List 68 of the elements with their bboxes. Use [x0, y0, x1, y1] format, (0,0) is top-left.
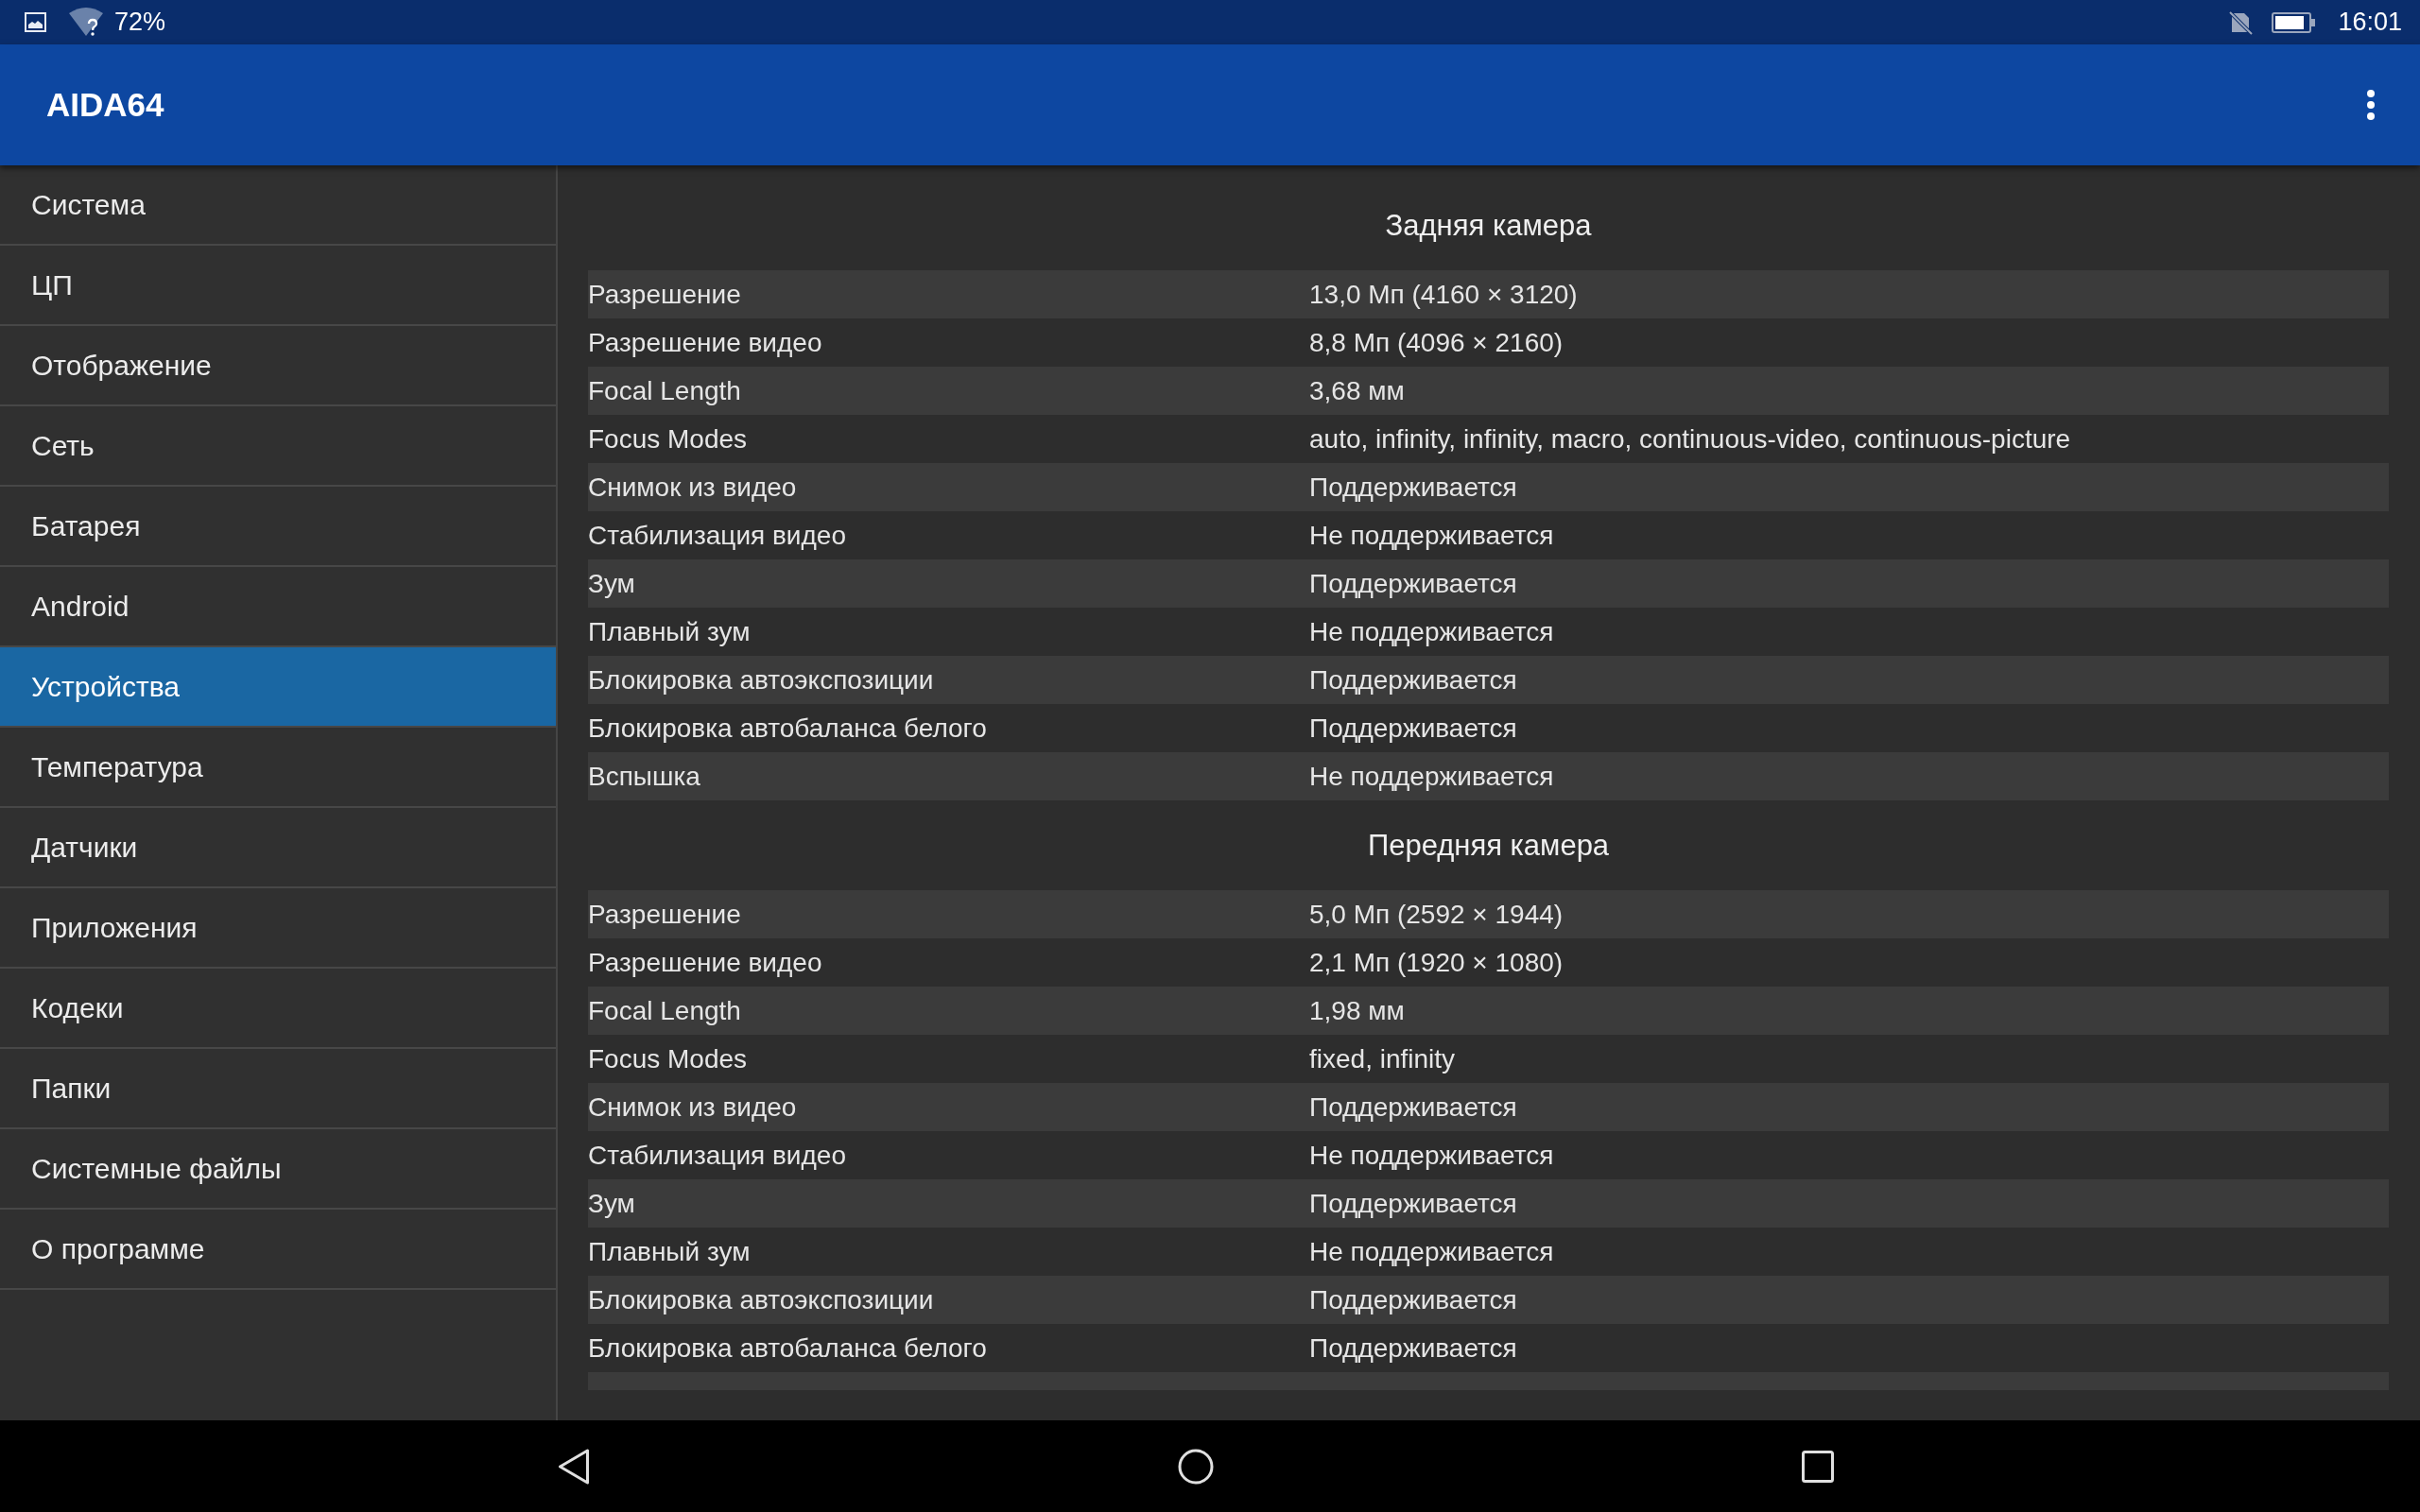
property-value-cell-text: 8,8 Мп (4096 × 2160): [1309, 326, 1564, 359]
sidebar-item[interactable]: Устройства: [0, 647, 556, 728]
property-name-cell: Снимок из видео: [588, 463, 1309, 511]
recents-icon[interactable]: [1802, 1450, 1834, 1483]
battery-percent: 72%: [114, 9, 166, 35]
app-title: AIDA64: [46, 86, 165, 124]
sidebar-item[interactable]: Кодеки: [0, 969, 556, 1049]
sidebar-item[interactable]: ЦП: [0, 246, 556, 326]
property-value-cell: Поддерживается: [1309, 559, 2389, 608]
property-value-cell: Поддерживается: [1309, 1083, 2389, 1131]
property-value-cell-text: Поддерживается: [1309, 1332, 1518, 1365]
sidebar-item[interactable]: Батарея: [0, 487, 556, 567]
property-name-cell: Блокировка автоэкспозиции: [588, 1276, 1309, 1324]
property-value-cell: 13,0 Мп (4160 × 3120): [1309, 270, 2389, 318]
property-value-cell: 1,98 мм: [1309, 987, 2389, 1035]
clock-time: 16:01: [2338, 9, 2402, 35]
sidebar-item[interactable]: Папки: [0, 1049, 556, 1129]
section-title: Задняя камера: [1385, 208, 1592, 243]
property-value-cell: 5,0 Мп (2592 × 1944): [1309, 890, 2389, 938]
property-name-cell-text: Плавный зум: [588, 615, 752, 648]
sidebar-item[interactable]: Сеть: [0, 406, 556, 487]
property-value-cell-text: Не поддерживается: [1309, 1139, 1555, 1172]
wifi-question-icon: [69, 8, 103, 37]
property-name-cell: Вспышка: [588, 752, 1309, 800]
property-value-cell-text: Не поддерживается: [1309, 1235, 1555, 1268]
property-name-cell: Разрешение: [588, 890, 1309, 938]
property-name-cell: Зум: [588, 559, 1309, 608]
property-value-cell: Поддерживается: [1309, 656, 2389, 704]
sidebar-item[interactable]: Датчики: [0, 808, 556, 888]
property-name-cell: Блокировка автоэкспозиции: [588, 656, 1309, 704]
back-icon[interactable]: [558, 1448, 590, 1485]
sidebar-item[interactable]: Температура: [0, 728, 556, 808]
property-value-cell: Не поддерживается: [1309, 752, 2389, 800]
more-options-icon[interactable]: [2367, 90, 2375, 120]
battery-icon: [2272, 11, 2316, 33]
property-name-cell-text: Focus Modes: [588, 1042, 749, 1075]
property-value-cell-text: Поддерживается: [1309, 712, 1518, 745]
sidebar-item[interactable]: Система: [0, 165, 556, 246]
property-value-cell: 3,68 мм: [1309, 367, 2389, 415]
property-name-cell-text: Разрешение видео: [588, 326, 823, 359]
property-name-cell: Разрешение: [588, 270, 1309, 318]
property-value-cell-text: auto, infinity, infinity, macro, continuous-video, continuous-picture: [1309, 422, 2072, 455]
property-value-cell: Поддерживается: [1309, 463, 2389, 511]
sidebar-item[interactable]: Приложения: [0, 888, 556, 969]
section-title: Передняя камера: [1367, 828, 1610, 863]
property-name-cell-text: Focus Modes: [588, 422, 749, 455]
property-name-cell: Focal Length: [588, 367, 1309, 415]
sidebar-item[interactable]: Системные файлы: [0, 1129, 556, 1210]
property-name-cell-text: Блокировка автобаланса белого: [588, 1332, 988, 1365]
property-name-cell-text: Плавный зум: [588, 1235, 752, 1268]
property-value-cell: Поддерживается: [1309, 1276, 2389, 1324]
property-name-cell-text: Стабилизация видео: [588, 519, 847, 552]
property-value-cell-text: fixed, infinity: [1309, 1042, 1457, 1075]
sidebar-item[interactable]: О программе: [0, 1210, 556, 1290]
property-name-cell: Focal Length: [588, 987, 1309, 1035]
property-value-cell: Поддерживается: [1309, 1179, 2389, 1228]
image-icon: [25, 12, 46, 32]
property-name-cell-text: Разрешение видео: [588, 946, 823, 979]
property-value-cell-text: Не поддерживается: [1309, 519, 1555, 552]
property-value-cell-text: 2,1 Мп (1920 × 1080): [1309, 946, 1564, 979]
no-sim-icon: [2228, 9, 2254, 35]
property-name-cell-text: Блокировка автобаланса белого: [588, 712, 988, 745]
property-name-cell: Зум: [588, 1179, 1309, 1228]
property-name-cell-text: Стабилизация видео: [588, 1139, 847, 1172]
sidebar-item[interactable]: Отображение: [0, 326, 556, 406]
property-value-cell-text: Не поддерживается: [1309, 615, 1555, 648]
property-name-cell: Снимок из видео: [588, 1083, 1309, 1131]
home-icon[interactable]: [1178, 1448, 1214, 1485]
